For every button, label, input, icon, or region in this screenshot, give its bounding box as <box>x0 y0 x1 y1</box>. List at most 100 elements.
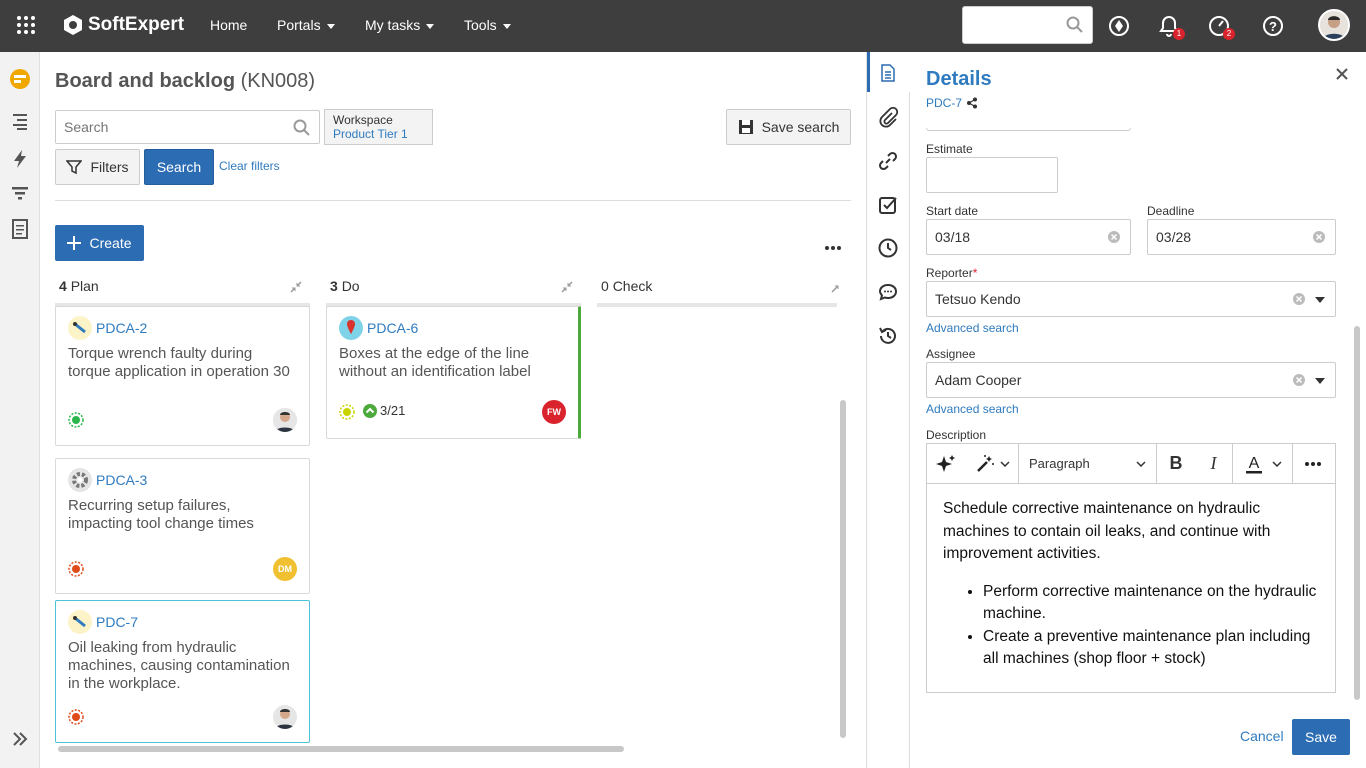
details-scrollbar[interactable] <box>1354 326 1360 700</box>
alerts-badge: 2 <box>1223 28 1235 40</box>
create-button[interactable]: Create <box>55 225 144 261</box>
card-id[interactable]: PDCA-2 <box>96 320 147 336</box>
deadline-field[interactable]: 03/28 <box>1147 219 1336 255</box>
column-header-do: 3 Do <box>330 278 360 294</box>
clear-icon[interactable] <box>1313 231 1325 243</box>
paragraph-style-select[interactable]: Paragraph <box>1019 443 1157 484</box>
clear-icon[interactable] <box>1293 374 1305 386</box>
bold-icon[interactable]: B <box>1157 444 1195 484</box>
cancel-button[interactable]: Cancel <box>1240 728 1284 744</box>
chevron-down-icon <box>502 23 511 29</box>
lightning-icon[interactable] <box>9 148 31 170</box>
estimate-label: Estimate <box>926 142 973 156</box>
global-search-input[interactable] <box>971 7 1071 43</box>
apps-grid-icon[interactable] <box>16 15 36 35</box>
ai-sparkles-icon[interactable] <box>927 444 965 484</box>
estimate-field[interactable] <box>926 157 1058 193</box>
report-document-icon[interactable] <box>9 218 31 240</box>
navigation-compass-icon[interactable] <box>1107 14 1131 38</box>
text-color-dropdown[interactable]: A <box>1233 443 1293 484</box>
share-icon[interactable] <box>966 97 978 109</box>
history-icon[interactable] <box>877 325 901 349</box>
reporter-select[interactable]: Tetsuo Kendo <box>926 281 1336 317</box>
backlog-list-icon[interactable] <box>9 110 31 132</box>
kanban-card[interactable]: PDCA-2 Torque wrench faulty during torqu… <box>55 306 310 446</box>
card-title: Torque wrench faulty during torque appli… <box>68 345 290 380</box>
clear-icon[interactable] <box>1108 231 1120 243</box>
details-tab-bar <box>866 52 910 768</box>
start-date-field[interactable]: 03/18 <box>926 219 1131 255</box>
search-icon[interactable] <box>1066 16 1084 34</box>
save-search-button[interactable]: Save search <box>726 109 851 145</box>
nav-home[interactable]: Home <box>210 17 247 33</box>
more-options-icon[interactable] <box>825 238 841 253</box>
search-icon[interactable] <box>293 119 311 137</box>
user-avatar[interactable] <box>1318 9 1350 41</box>
more-tools-icon[interactable] <box>1293 444 1333 484</box>
details-id[interactable]: PDC-7 <box>926 96 978 110</box>
text-color-icon: A <box>1245 455 1262 473</box>
status-indicator-icon <box>68 412 84 428</box>
gear-type-icon <box>68 468 92 492</box>
global-search <box>962 6 1093 44</box>
clock-icon[interactable] <box>877 237 901 261</box>
brand-logo[interactable]: SoftExpert <box>62 14 184 36</box>
list-item: Create a preventive maintenance plan inc… <box>983 626 1319 671</box>
assignee-avatar[interactable] <box>273 705 297 729</box>
card-id[interactable]: PDCA-6 <box>367 320 418 336</box>
help-icon[interactable]: ? <box>1261 14 1285 38</box>
collapse-column-icon[interactable] <box>560 280 574 294</box>
description-editor[interactable]: Paragraph B I A Schedule corrective main… <box>926 443 1336 693</box>
filter-icon[interactable] <box>9 182 31 204</box>
assignee-avatar[interactable]: DM <box>273 557 297 581</box>
description-content[interactable]: Schedule corrective maintenance on hydra… <box>943 498 1319 671</box>
expand-rail-icon[interactable] <box>9 728 31 750</box>
nav-portals[interactable]: Portals <box>277 17 335 33</box>
collapse-column-icon[interactable] <box>289 280 303 294</box>
dropdown-caret-icon[interactable] <box>1315 378 1325 384</box>
board-vertical-scrollbar[interactable] <box>840 400 846 738</box>
nav-tools[interactable]: Tools <box>464 17 511 33</box>
comment-icon[interactable] <box>877 281 901 305</box>
clear-filters-link[interactable]: Clear filters <box>219 159 280 173</box>
card-id[interactable]: PDC-7 <box>96 614 138 630</box>
reporter-advanced-search-link[interactable]: Advanced search <box>926 321 1019 335</box>
dropdown-caret-icon[interactable] <box>1315 297 1325 303</box>
assignee-advanced-search-link[interactable]: Advanced search <box>926 402 1019 416</box>
kanban-card[interactable]: PDCA-6 Boxes at the edge of the line wit… <box>326 306 581 439</box>
kanban-module-icon[interactable] <box>9 68 31 90</box>
checklist-icon[interactable] <box>877 194 901 218</box>
expand-column-icon[interactable] <box>830 280 840 294</box>
assignee-select[interactable]: Adam Cooper <box>926 362 1336 398</box>
pin-type-icon <box>339 316 363 340</box>
kanban-card[interactable]: PDCA-3 Recurring setup failures, impacti… <box>55 458 310 594</box>
alerts-gauge-icon[interactable]: 2 <box>1207 14 1235 40</box>
clear-icon[interactable] <box>1293 293 1305 305</box>
magic-wand-icon <box>976 454 994 472</box>
assignee-avatar[interactable]: FW <box>542 400 566 424</box>
workspace-selector[interactable]: Workspace Product Tier 1 <box>324 109 433 145</box>
card-id[interactable]: PDCA-3 <box>96 472 147 488</box>
tab-details[interactable] <box>867 52 910 92</box>
italic-icon[interactable]: I <box>1195 443 1233 484</box>
left-rail <box>0 52 40 768</box>
chevron-down-icon <box>326 23 335 29</box>
kanban-card-selected[interactable]: PDC-7 Oil leaking from hydraulic machine… <box>55 600 310 743</box>
assignee-avatar[interactable] <box>273 408 297 432</box>
save-button[interactable]: Save <box>1292 719 1350 755</box>
link-chain-icon[interactable] <box>877 150 901 174</box>
filters-button[interactable]: Filters <box>55 149 140 185</box>
close-icon[interactable] <box>1336 68 1348 83</box>
board-horizontal-scrollbar[interactable] <box>58 746 624 752</box>
attachment-paperclip-icon[interactable] <box>877 106 901 130</box>
wrench-type-icon <box>68 610 92 634</box>
svg-text:A: A <box>1248 455 1259 472</box>
description-paragraph: Schedule corrective maintenance on hydra… <box>943 500 1271 562</box>
board-search-input[interactable] <box>56 111 276 143</box>
board-area: Board and backlog (KN008) Workspace Prod… <box>40 52 865 768</box>
magic-wand-dropdown[interactable] <box>965 443 1019 484</box>
status-indicator-icon <box>339 404 355 420</box>
notifications-bell-icon[interactable]: 1 <box>1157 14 1185 40</box>
nav-my-tasks[interactable]: My tasks <box>365 17 435 33</box>
search-button[interactable]: Search <box>144 149 214 185</box>
